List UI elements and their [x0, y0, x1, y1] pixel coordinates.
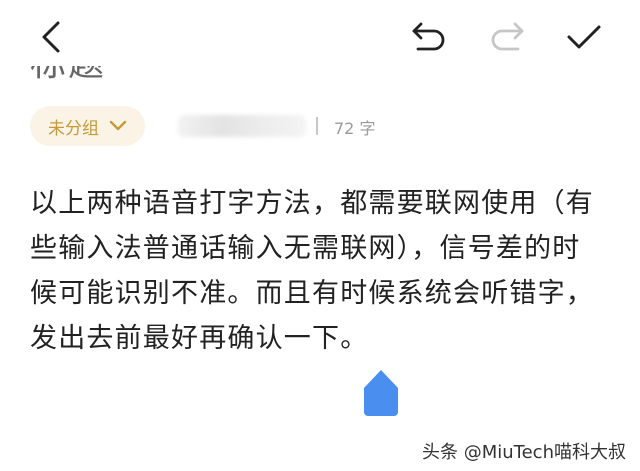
- watermark: 头条 @MiuTech喵科大叔: [422, 442, 626, 463]
- meta-divider: [316, 117, 318, 135]
- char-count: 72 字: [334, 119, 376, 138]
- redo-icon: [491, 22, 524, 51]
- group-selector[interactable]: 未分组: [30, 106, 145, 146]
- back-button[interactable]: [28, 14, 76, 60]
- done-button[interactable]: [560, 14, 608, 60]
- undo-icon: [412, 22, 445, 51]
- cursor-handle-icon: [364, 370, 398, 416]
- chevron-down-icon: [109, 120, 127, 131]
- undo-button[interactable]: [404, 14, 452, 60]
- redo-button[interactable]: [484, 14, 532, 60]
- group-label: 未分组: [48, 118, 99, 139]
- note-body-editor[interactable]: 以上两种语音打字方法，都需要联网使用（有 些输入法普通话输入无需联网），信号差的…: [30, 181, 610, 361]
- body-line: 发出去前最好再确认一下。: [30, 323, 369, 354]
- note-title-area[interactable]: 标题: [30, 66, 190, 84]
- body-line: 候可能识别不准。而且有时候系统会听错字，: [30, 278, 594, 309]
- note-meta-row: 未分组 72 字: [30, 106, 610, 146]
- body-line: 些输入法普通话输入无需联网），信号差的时: [30, 233, 581, 264]
- text-cursor-handle[interactable]: [361, 368, 401, 418]
- body-line: 以上两种语音打字方法，都需要联网使用（有: [30, 188, 594, 219]
- top-toolbar: [0, 0, 640, 72]
- note-title: 标题: [30, 66, 106, 84]
- blurred-timestamp: [178, 115, 306, 137]
- checkmark-icon: [567, 25, 601, 49]
- chevron-left-icon: [42, 21, 60, 53]
